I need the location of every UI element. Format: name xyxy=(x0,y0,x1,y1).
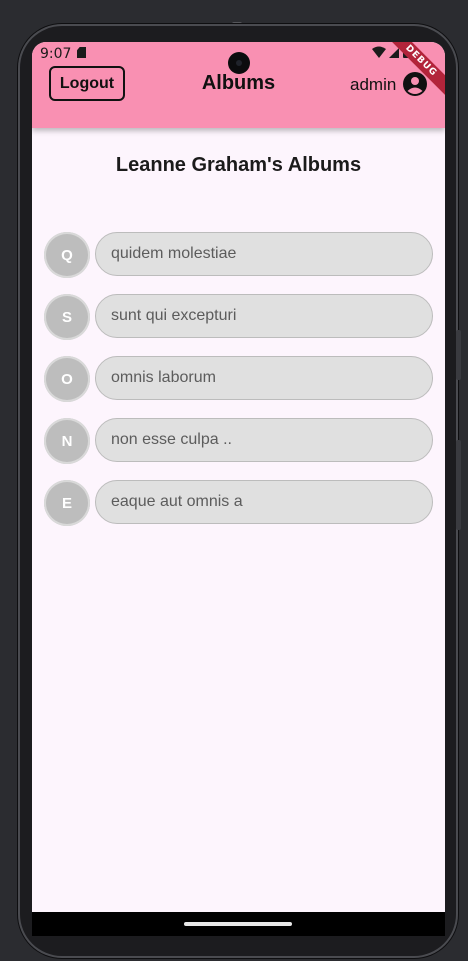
album-avatar: S xyxy=(44,294,90,340)
user-name: admin xyxy=(350,75,397,94)
album-row[interactable]: O omnis laborum xyxy=(44,356,433,402)
signal-icon xyxy=(389,48,399,58)
album-avatar: Q xyxy=(44,232,90,278)
album-row[interactable]: S sunt qui excepturi xyxy=(44,294,433,340)
album-title-pill[interactable]: eaque aut omnis a xyxy=(95,480,433,524)
power-button xyxy=(456,440,461,530)
wifi-icon xyxy=(372,46,386,58)
sd-card-icon xyxy=(77,47,86,58)
front-camera xyxy=(228,52,250,74)
album-avatar: O xyxy=(44,356,90,402)
album-title-pill[interactable]: sunt qui excepturi xyxy=(95,294,433,338)
album-row[interactable]: N non esse culpa .. xyxy=(44,418,433,464)
album-avatar: E xyxy=(44,480,90,526)
home-indicator[interactable] xyxy=(184,922,292,926)
album-title-pill[interactable]: non esse culpa .. xyxy=(95,418,433,462)
account-circle-icon[interactable] xyxy=(403,72,427,96)
app-screen: 9:07 Logout Albums admin DEBUG Leanne Gr… xyxy=(32,42,445,912)
album-list: Q quidem molestiae S sunt qui excepturi … xyxy=(44,232,433,542)
album-row[interactable]: Q quidem molestiae xyxy=(44,232,433,278)
album-row[interactable]: E eaque aut omnis a xyxy=(44,480,433,526)
album-title-pill[interactable]: omnis laborum xyxy=(95,356,433,400)
album-title-pill[interactable]: quidem molestiae xyxy=(95,232,433,276)
system-nav-bar xyxy=(32,912,445,936)
page-heading: Leanne Graham's Albums xyxy=(115,154,362,176)
album-avatar: N xyxy=(44,418,90,464)
volume-button xyxy=(456,330,461,380)
status-time: 9:07 xyxy=(40,46,72,62)
app-bar: 9:07 Logout Albums admin DEBUG xyxy=(32,42,445,128)
